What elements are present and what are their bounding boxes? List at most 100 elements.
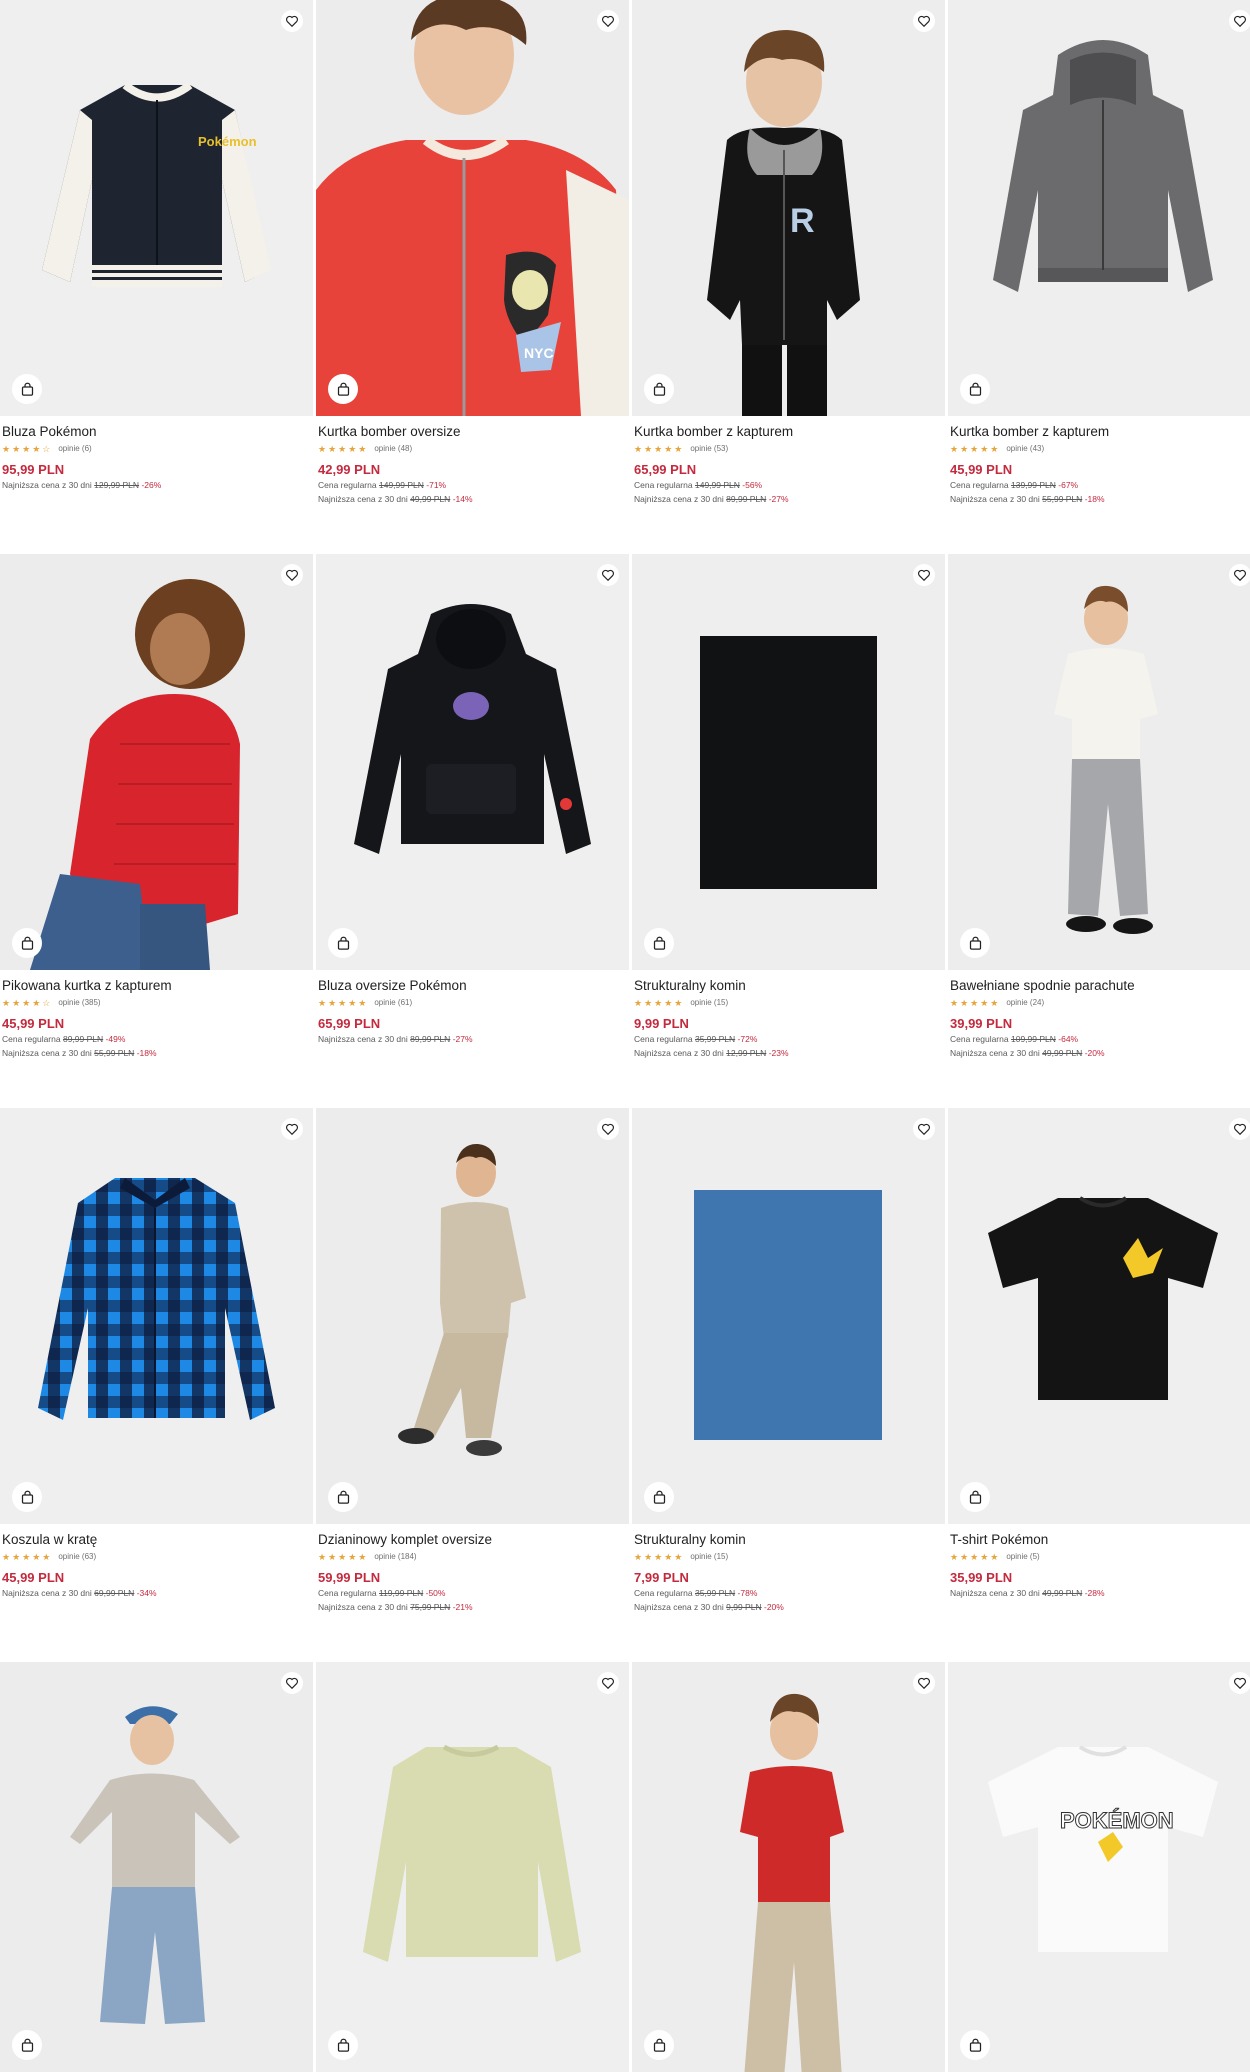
add-to-bag-button[interactable] bbox=[328, 1482, 358, 1512]
review-count[interactable]: opinie (43) bbox=[1006, 443, 1044, 455]
add-to-bag-button[interactable] bbox=[644, 374, 674, 404]
wishlist-button[interactable] bbox=[281, 1118, 303, 1140]
product-image[interactable] bbox=[0, 1662, 313, 2072]
product-image[interactable]: NYC bbox=[316, 0, 629, 416]
product-card[interactable]: Strukturalny komin ★★★★★ opinie (15) 7,99… bbox=[632, 1108, 945, 1614]
add-to-bag-button[interactable] bbox=[644, 928, 674, 958]
product-rating: ★★★★☆ opinie (385) bbox=[2, 997, 311, 1009]
product-card[interactable]: NYC Kurtka bomber oversize ★★★★★ opinie (… bbox=[316, 0, 629, 506]
product-card[interactable]: Dzianinowy komplet oversize ★★★★★ opinie … bbox=[316, 1108, 629, 1614]
product-info: Strukturalny komin ★★★★★ opinie (15) 9,99… bbox=[632, 970, 945, 1060]
add-to-bag-button[interactable] bbox=[328, 2030, 358, 2060]
product-name[interactable]: Kurtka bomber oversize bbox=[318, 423, 627, 441]
lowest-price-discount: -20% bbox=[763, 1602, 784, 1612]
regular-price-discount: -71% bbox=[426, 480, 447, 490]
wishlist-button[interactable] bbox=[913, 1118, 935, 1140]
wishlist-button[interactable] bbox=[913, 1672, 935, 1694]
wishlist-button[interactable] bbox=[913, 10, 935, 32]
product-card[interactable] bbox=[0, 1662, 313, 2072]
product-name[interactable]: Strukturalny komin bbox=[634, 1531, 943, 1549]
product-image[interactable] bbox=[0, 1108, 313, 1524]
add-to-bag-button[interactable] bbox=[328, 928, 358, 958]
wishlist-button[interactable] bbox=[1229, 10, 1250, 32]
product-image[interactable]: R bbox=[632, 0, 945, 416]
add-to-bag-button[interactable] bbox=[328, 374, 358, 404]
green-sweatshirt-photo bbox=[316, 1662, 629, 2072]
add-to-bag-button[interactable] bbox=[12, 928, 42, 958]
product-image[interactable] bbox=[948, 0, 1250, 416]
wishlist-button[interactable] bbox=[281, 564, 303, 586]
product-name[interactable]: Kurtka bomber z kapturem bbox=[950, 423, 1250, 441]
review-count[interactable]: opinie (63) bbox=[58, 1551, 96, 1563]
add-to-bag-button[interactable] bbox=[960, 374, 990, 404]
product-price: 7,99 PLN bbox=[634, 1570, 689, 1585]
wishlist-button[interactable] bbox=[597, 1118, 619, 1140]
review-count[interactable]: opinie (5) bbox=[1006, 1551, 1039, 1563]
product-card[interactable] bbox=[632, 1662, 945, 2072]
product-card[interactable]: POKÉMON bbox=[948, 1662, 1250, 2072]
product-image[interactable]: POKÉMON bbox=[948, 1662, 1250, 2072]
review-count[interactable]: opinie (15) bbox=[690, 1551, 728, 1563]
product-card[interactable]: Pokémon Bluza Pokémon ★★★★☆ opinie (6) 95… bbox=[0, 0, 313, 492]
review-count[interactable]: opinie (61) bbox=[374, 997, 412, 1009]
lowest-price-value: 89,99 PLN bbox=[410, 1034, 451, 1044]
review-count[interactable]: opinie (184) bbox=[374, 1551, 416, 1563]
product-name[interactable]: Kurtka bomber z kapturem bbox=[634, 423, 943, 441]
product-card[interactable]: Strukturalny komin ★★★★★ opinie (15) 9,99… bbox=[632, 554, 945, 1060]
product-card[interactable]: Koszula w kratę ★★★★★ opinie (63) 45,99 P… bbox=[0, 1108, 313, 1600]
wishlist-button[interactable] bbox=[597, 1672, 619, 1694]
review-count[interactable]: opinie (15) bbox=[690, 997, 728, 1009]
review-count[interactable]: opinie (6) bbox=[58, 443, 91, 455]
product-name[interactable]: Bluza oversize Pokémon bbox=[318, 977, 627, 995]
product-name[interactable]: Pikowana kurtka z kapturem bbox=[2, 977, 311, 995]
wishlist-button[interactable] bbox=[1229, 564, 1250, 586]
product-image[interactable] bbox=[0, 554, 313, 970]
product-card[interactable]: Kurtka bomber z kapturem ★★★★★ opinie (43… bbox=[948, 0, 1250, 506]
product-image[interactable] bbox=[948, 1108, 1250, 1524]
add-to-bag-button[interactable] bbox=[960, 1482, 990, 1512]
product-name[interactable]: Dzianinowy komplet oversize bbox=[318, 1531, 627, 1549]
product-image[interactable] bbox=[948, 554, 1250, 970]
product-image[interactable] bbox=[316, 554, 629, 970]
product-image[interactable] bbox=[632, 1108, 945, 1524]
add-to-bag-button[interactable] bbox=[960, 928, 990, 958]
add-to-bag-button[interactable] bbox=[644, 2030, 674, 2060]
product-image[interactable] bbox=[632, 1662, 945, 2072]
product-name[interactable]: Koszula w kratę bbox=[2, 1531, 311, 1549]
wishlist-button[interactable] bbox=[913, 564, 935, 586]
product-name[interactable]: T-shirt Pokémon bbox=[950, 1531, 1250, 1549]
review-count[interactable]: opinie (48) bbox=[374, 443, 412, 455]
review-count[interactable]: opinie (385) bbox=[58, 997, 100, 1009]
wishlist-button[interactable] bbox=[1229, 1672, 1250, 1694]
add-to-bag-button[interactable] bbox=[12, 2030, 42, 2060]
rating-stars: ★★★★☆ bbox=[2, 998, 53, 1008]
product-card[interactable]: Pikowana kurtka z kapturem ★★★★☆ opinie (… bbox=[0, 554, 313, 1060]
add-to-bag-button[interactable] bbox=[960, 2030, 990, 2060]
wishlist-button[interactable] bbox=[597, 564, 619, 586]
add-to-bag-button[interactable] bbox=[644, 1482, 674, 1512]
add-to-bag-button[interactable] bbox=[12, 374, 42, 404]
regular-price-discount: -72% bbox=[737, 1034, 758, 1044]
product-image[interactable] bbox=[316, 1108, 629, 1524]
svg-text:Pokémon: Pokémon bbox=[198, 134, 257, 149]
wishlist-button[interactable] bbox=[281, 10, 303, 32]
review-count[interactable]: opinie (53) bbox=[690, 443, 728, 455]
wishlist-button[interactable] bbox=[597, 10, 619, 32]
product-image[interactable] bbox=[632, 554, 945, 970]
add-to-bag-button[interactable] bbox=[12, 1482, 42, 1512]
product-image[interactable]: Pokémon bbox=[0, 0, 313, 416]
wishlist-button[interactable] bbox=[281, 1672, 303, 1694]
review-count[interactable]: opinie (24) bbox=[1006, 997, 1044, 1009]
product-card[interactable]: Bluza oversize Pokémon ★★★★★ opinie (61) … bbox=[316, 554, 629, 1046]
wishlist-button[interactable] bbox=[1229, 1118, 1250, 1140]
rating-stars: ★★★★★ bbox=[634, 1552, 685, 1562]
product-name[interactable]: Bluza Pokémon bbox=[2, 423, 311, 441]
product-card[interactable]: Bawełniane spodnie parachute ★★★★★ opinie… bbox=[948, 554, 1250, 1060]
black-tshirt-photo bbox=[948, 1108, 1250, 1524]
product-name[interactable]: Bawełniane spodnie parachute bbox=[950, 977, 1250, 995]
product-card[interactable]: T-shirt Pokémon ★★★★★ opinie (5) 35,99 PL… bbox=[948, 1108, 1250, 1600]
product-name[interactable]: Strukturalny komin bbox=[634, 977, 943, 995]
product-card[interactable]: R Kurtka bomber z kapturem ★★★★★ opinie (… bbox=[632, 0, 945, 506]
product-image[interactable] bbox=[316, 1662, 629, 2072]
product-card[interactable] bbox=[316, 1662, 629, 2072]
